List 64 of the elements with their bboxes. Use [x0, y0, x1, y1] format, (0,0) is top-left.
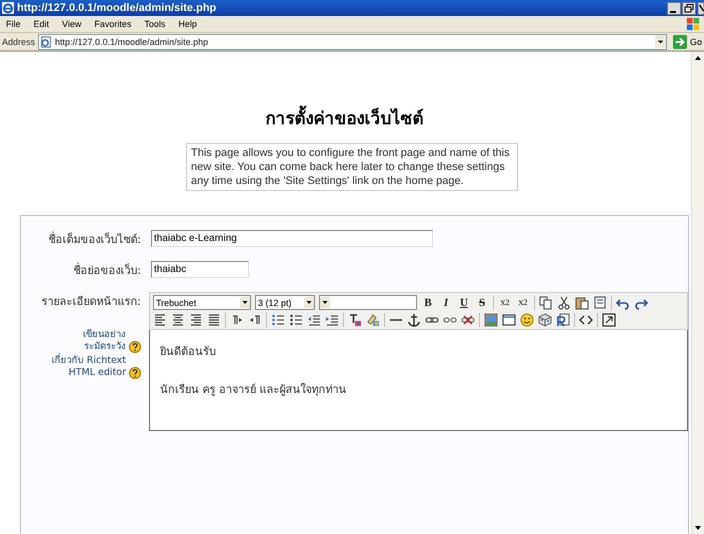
menu-item[interactable]: File — [6, 19, 21, 29]
editor-area[interactable]: ยินดีต้อนรับ นักเรียน ครู อาจารย์ และผู้สนใจทุกท่าน — [149, 330, 688, 431]
menu-item[interactable]: Edit — [34, 19, 50, 29]
go-button[interactable]: Go — [666, 34, 702, 48]
dropdown[interactable]: Trebuchet — [153, 295, 251, 310]
help-link[interactable]: เกี่ยวกับ Richtext HTML editor — [46, 355, 126, 379]
align-left-icon[interactable] — [153, 313, 167, 327]
help-link[interactable]: เขียนอย่างระมัดระวัง — [46, 329, 126, 353]
format-button[interactable]: B — [421, 296, 435, 310]
field-label: ชื่อย่อของเว็บ: — [72, 262, 141, 278]
bullet-list-icon[interactable] — [289, 313, 303, 327]
cube-icon[interactable] — [538, 313, 552, 327]
menu-item[interactable]: View — [62, 19, 82, 29]
help-icon[interactable] — [129, 341, 141, 353]
caret-icon[interactable] — [304, 297, 314, 308]
scrollbar[interactable] — [691, 52, 704, 534]
address-label: Address — [2, 36, 36, 46]
text-color-icon[interactable] — [348, 313, 362, 327]
field-label: รายละเอียดหน้าแรก: — [40, 294, 141, 309]
caret-icon[interactable] — [320, 297, 330, 308]
menu-item[interactable]: Help — [178, 19, 197, 29]
text-field[interactable]: thaiabc — [151, 261, 249, 278]
character-icon[interactable] — [556, 313, 570, 327]
paragraph-left-icon[interactable] — [248, 313, 262, 327]
help-icon[interactable] — [129, 367, 141, 379]
table-icon[interactable] — [502, 313, 516, 327]
close-button[interactable] — [697, 2, 704, 14]
dropdown[interactable]: 3 (12 pt) — [255, 295, 315, 310]
clipboard-icon[interactable] — [575, 296, 589, 310]
intro-text: This page allows you to configure the front page and name of this new site. You can come back here later to change these settings any time using the 'Site Settings' link on the home page. — [186, 143, 518, 191]
text-field[interactable]: thaiabc e-Learning — [151, 230, 433, 247]
copy-icon[interactable] — [539, 296, 553, 310]
outdent-icon[interactable] — [307, 313, 321, 327]
align-right-icon[interactable] — [189, 313, 203, 327]
indent-icon[interactable] — [325, 313, 339, 327]
page-icon — [40, 36, 52, 48]
menu-item[interactable]: Tools — [144, 19, 166, 29]
editor-paragraph: นักเรียน ครู อาจารย์ และผู้สนใจทุกท่าน — [160, 382, 348, 398]
format-button[interactable]: U — [457, 296, 471, 310]
anchor-icon[interactable] — [407, 313, 421, 327]
paragraph-right-icon[interactable] — [230, 313, 244, 327]
field-label: ชื่อเต็มของเว็บไซต์: — [47, 230, 141, 247]
align-center-icon[interactable] — [171, 313, 185, 327]
image-icon[interactable] — [484, 313, 498, 327]
remove-link-icon[interactable] — [461, 313, 475, 327]
flag-logo-icon — [686, 17, 700, 31]
format-button[interactable]: S — [475, 296, 489, 310]
address-field[interactable]: http://127.0.0.1/moodle/admin/site.php — [38, 34, 667, 50]
format-button[interactable]: I — [439, 296, 453, 310]
menu-item[interactable]: Favorites — [94, 19, 132, 29]
justify-icon[interactable] — [207, 313, 221, 327]
document-icon[interactable] — [593, 296, 607, 310]
caret-icon[interactable] — [240, 297, 250, 308]
minimize-button[interactable] — [667, 2, 681, 14]
browser-logo-icon — [2, 2, 14, 14]
window-title: http://127.0.0.1/moodle/admin/site.php — [17, 2, 216, 14]
editor-paragraph: ยินดีต้อนรับ — [160, 344, 217, 360]
numbered-list-icon[interactable] — [271, 313, 285, 327]
code-icon[interactable] — [579, 313, 593, 327]
scissors-icon[interactable] — [557, 296, 571, 310]
fullscreen-icon[interactable] — [602, 313, 616, 327]
smiley-icon[interactable] — [520, 313, 534, 327]
page-heading: การตั้งค่าของเว็บไซต์ — [20, 104, 689, 131]
highlight-icon[interactable] — [366, 313, 380, 327]
